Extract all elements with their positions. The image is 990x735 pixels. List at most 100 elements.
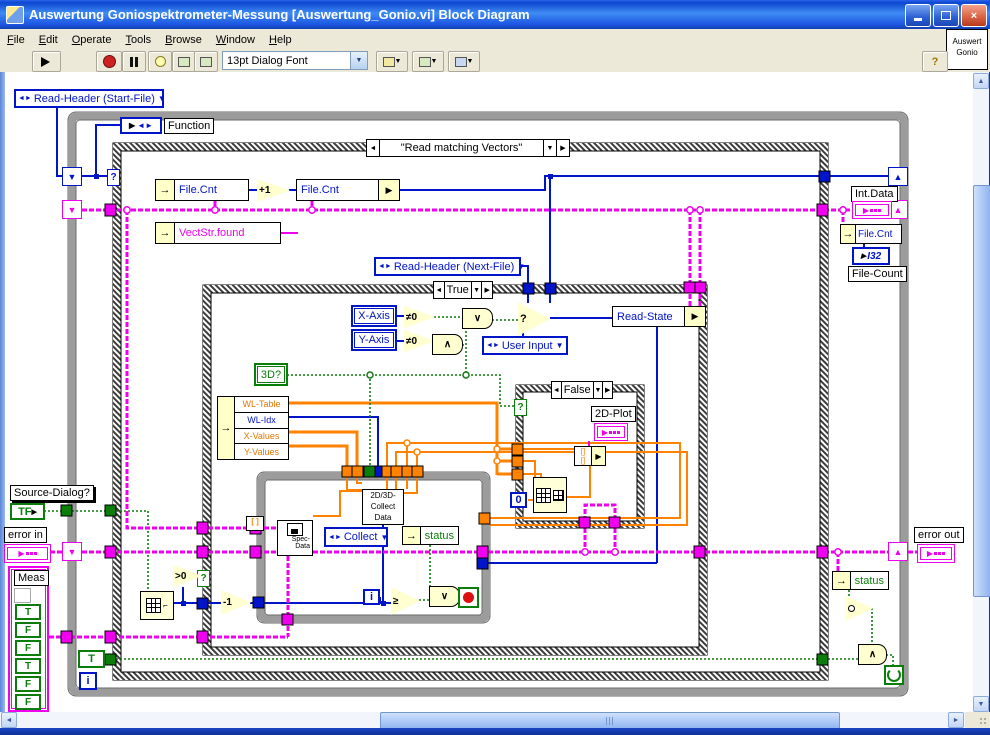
zero-constant[interactable]: 0 [510, 492, 527, 508]
outer-case-selector[interactable]: ◄ "Read matching Vectors" ▼ ▶ [366, 139, 570, 157]
abort-button[interactable] [96, 51, 122, 72]
shift-register-right-blue[interactable]: ▲ [888, 167, 908, 186]
local-file-cnt-read-right[interactable]: → File.Cnt [840, 224, 902, 244]
highlight-execution-button[interactable] [148, 51, 172, 72]
close-button[interactable]: × [961, 4, 987, 27]
case-next-icon[interactable]: ▶ [556, 140, 569, 156]
and-gate-1[interactable]: ∧ [432, 334, 463, 355]
vertical-scrollbar-thumb[interactable] [973, 185, 990, 597]
iteration-terminal-outer[interactable]: i [79, 672, 97, 690]
step-over-button[interactable] [194, 51, 218, 72]
local-vectstr-found-read[interactable]: → VectStr.found [155, 222, 281, 244]
inner-case-selector[interactable]: ◄ True ▼ ▶ [433, 281, 493, 299]
shift-register-left-error2[interactable]: ▼ [62, 542, 82, 561]
meas-bool-3[interactable]: T [15, 658, 41, 674]
dropdown-icon[interactable]: ▼ [543, 140, 556, 156]
menu-help[interactable]: Help [262, 32, 299, 48]
run-button[interactable] [32, 51, 61, 72]
stop-condition-terminal[interactable] [458, 587, 479, 608]
or-gate-2[interactable]: ∨ [429, 586, 460, 607]
shift-register-left-blue[interactable]: ▼ [62, 167, 82, 186]
control-x-axis[interactable]: X-Axis [351, 305, 397, 327]
unbundle-field-wl-idx[interactable]: WL-Idx [235, 413, 288, 429]
enum-read-header-next[interactable]: ◄► Read-Header (Next-File) ▼ [374, 257, 521, 276]
local-2d-plot-write[interactable]: ▶ [594, 423, 628, 441]
enum-user-input[interactable]: ◄► User Input ▼ [482, 336, 568, 355]
or-gate-1[interactable]: ∨ [462, 308, 493, 329]
boolean-tunnel-question[interactable]: ? [197, 570, 210, 587]
menu-edit[interactable]: Edit [32, 32, 65, 48]
menu-tools[interactable]: Tools [118, 32, 158, 48]
array-size-node[interactable]: ⌐ [140, 591, 174, 620]
scroll-down-button[interactable]: ▼ [973, 696, 989, 712]
local-status-read-inner[interactable]: → status [402, 526, 459, 545]
meas-bool-1[interactable]: F [15, 622, 41, 638]
bundle-node[interactable]: [][] ▶ [574, 446, 606, 466]
meas-bool-5[interactable]: F [15, 694, 41, 710]
local-file-cnt-read[interactable]: → File.Cnt [155, 179, 249, 201]
case-selector-terminal[interactable]: ? [107, 169, 120, 186]
unbundle-field-wl-table[interactable]: WL-Table [235, 397, 288, 413]
scroll-left-button[interactable]: ◄ [1, 712, 17, 728]
title-bar[interactable]: Auswertung Goniospektrometer-Messung [Au… [0, 0, 990, 29]
control-y-axis[interactable]: Y-Axis [351, 329, 397, 351]
function-enum-terminal[interactable]: ▶◄► [120, 117, 162, 134]
meas-bool-0[interactable]: T [15, 604, 41, 620]
case-next-icon[interactable]: ▶ [602, 382, 612, 398]
false-case-selector[interactable]: ◄ False ▼ ▶ [551, 381, 613, 399]
align-objects-button[interactable]: ▼ [376, 51, 408, 72]
enum-value: Collect [344, 531, 378, 543]
scroll-up-button[interactable]: ▲ [973, 73, 989, 89]
resize-corner[interactable] [965, 712, 990, 728]
enum-collect[interactable]: ◄► Collect ▼ [324, 527, 388, 547]
menu-window[interactable]: Window [209, 32, 262, 48]
case-prev-icon[interactable]: ◄ [434, 282, 445, 298]
local-status-read-right[interactable]: → status [832, 571, 889, 590]
local-int-data-write[interactable]: ▶ [852, 201, 892, 219]
case-prev-icon[interactable]: ◄ [367, 140, 380, 156]
minimize-button[interactable] [905, 4, 931, 27]
enum-read-header-start[interactable]: ◄► Read-Header (Start-File) ▼ [14, 89, 164, 108]
spec-data-subvi[interactable]: Spec- Data [277, 520, 313, 556]
step-into-button[interactable] [172, 51, 196, 72]
dropdown-icon[interactable]: ▼ [593, 382, 603, 398]
meas-bool-4[interactable]: F [15, 676, 41, 692]
font-dropdown-icon[interactable]: ▼ [350, 52, 367, 69]
pause-button[interactable] [122, 51, 146, 72]
vi-icon[interactable]: Auswert Gonio [946, 29, 988, 70]
unbundle-field-y-values[interactable]: Y-Values [235, 444, 288, 459]
font-selector[interactable]: 13pt Dialog Font ▼ [222, 51, 368, 70]
meas-cluster-constant[interactable]: Meas T F F T F F T [8, 566, 49, 712]
menu-operate[interactable]: Operate [65, 32, 119, 48]
local-label: status [421, 527, 458, 544]
shift-register-left-error1[interactable]: ▼ [62, 200, 82, 219]
menu-file[interactable]: File [0, 32, 32, 48]
unbundle-by-name-node[interactable]: → WL-Table WL-Idx X-Values Y-Values [217, 396, 289, 460]
error-out-cluster[interactable]: ▶ [917, 544, 955, 563]
menu-browse[interactable]: Browse [158, 32, 209, 48]
index-array-node[interactable] [533, 477, 567, 513]
local-read-state-write[interactable]: Read-State ▶ [612, 306, 706, 327]
iteration-terminal-inner[interactable]: i [363, 589, 380, 605]
i32-indicator-terminal[interactable]: ▶I32 [852, 247, 890, 265]
loop-condition-terminal[interactable] [884, 665, 904, 685]
local-file-cnt-write[interactable]: File.Cnt ▶ [296, 179, 400, 201]
control-3d[interactable]: 3D? [254, 363, 288, 386]
and-gate-2[interactable]: ∧ [858, 644, 887, 665]
dropdown-icon[interactable]: ▼ [471, 282, 482, 298]
distribute-objects-button[interactable]: ▼ [412, 51, 444, 72]
restore-button[interactable] [933, 4, 959, 27]
case-next-icon[interactable]: ▶ [481, 282, 492, 298]
true-constant[interactable]: T [78, 650, 105, 668]
shift-register-right-error2[interactable]: ▲ [888, 542, 908, 561]
meas-bool-2[interactable]: F [15, 640, 41, 656]
case-prev-icon[interactable]: ◄ [552, 382, 562, 398]
help-button[interactable]: ? [922, 51, 948, 72]
false-case-selector-tunnel[interactable]: ? [514, 399, 527, 416]
tf-constant-source-dialog[interactable]: TF▶ [10, 503, 45, 520]
scroll-right-button[interactable]: ► [948, 712, 964, 728]
empty-array-constant[interactable]: [ ] [246, 516, 264, 531]
reorder-button[interactable]: ▼ [448, 51, 480, 72]
error-in-cluster[interactable]: ▶ [4, 544, 51, 563]
unbundle-field-x-values[interactable]: X-Values [235, 429, 288, 445]
